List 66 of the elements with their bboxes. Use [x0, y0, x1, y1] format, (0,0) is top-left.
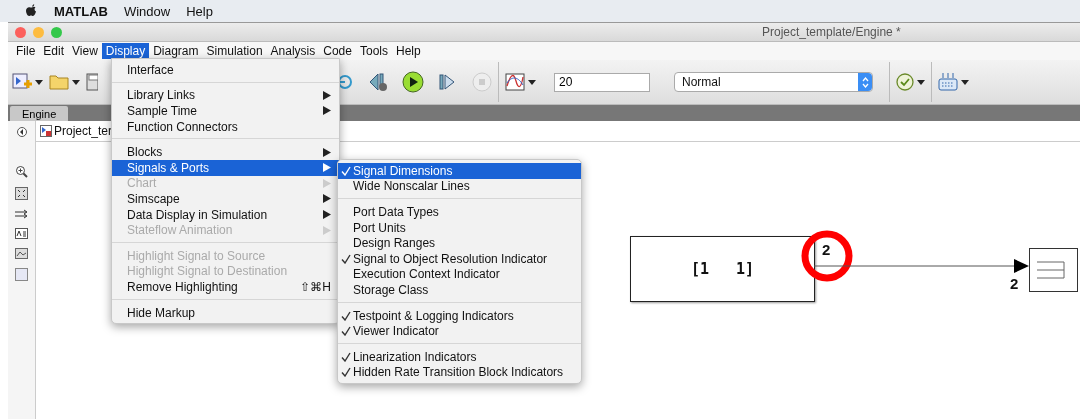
menu-item[interactable]: Hide Markup	[112, 304, 339, 321]
step-forward-icon[interactable]	[438, 73, 456, 91]
menu-item[interactable]: Storage Class	[338, 282, 581, 298]
navigate-back-icon[interactable]	[16, 127, 27, 137]
area-icon[interactable]	[15, 268, 28, 281]
checkmark-icon[interactable]	[896, 73, 914, 91]
menu-item[interactable]: Viewer Indicator	[338, 323, 581, 339]
menu-item[interactable]: Signals & Ports	[112, 159, 339, 176]
stop-time-field[interactable]: 20	[554, 72, 650, 92]
signal-dimension-label: 2	[822, 241, 831, 258]
system-menu-item[interactable]: MATLAB	[54, 3, 108, 19]
new-model-icon[interactable]	[12, 72, 32, 92]
image-icon[interactable]	[15, 248, 28, 259]
menu-bar-item[interactable]: Analysis	[266, 43, 320, 59]
zoom-icon[interactable]	[15, 165, 28, 178]
caret-icon[interactable]	[917, 79, 925, 85]
menu-bar-item[interactable]: Edit	[39, 43, 69, 59]
menu-item[interactable]: Execution Context Indicator	[338, 266, 581, 283]
play-icon[interactable]	[402, 71, 424, 93]
menu-item[interactable]: Simscape	[112, 191, 339, 207]
menu-item[interactable]: Data Display in Simulation	[112, 206, 339, 223]
apple-logo-icon[interactable]	[26, 4, 38, 18]
simulation-mode-dropdown[interactable]: Normal	[674, 72, 873, 92]
menu-item[interactable]: Remove Highlighting ⇧⌘H	[112, 279, 339, 295]
signal-dimension-label: 2	[1010, 275, 1019, 292]
menu-item[interactable]: Signal Dimensions	[338, 163, 581, 179]
menu-item[interactable]: Port Units	[338, 219, 581, 236]
annotation-icon[interactable]	[15, 228, 28, 239]
menu-bar-item[interactable]: Display	[101, 43, 150, 59]
menu-item[interactable]: Signal to Object Resolution Indicator	[338, 250, 581, 267]
arrows-icon[interactable]	[15, 209, 28, 219]
menu-bar-item[interactable]: View	[68, 43, 102, 59]
display-block[interactable]: [1 1]	[630, 236, 815, 302]
save-icon[interactable]	[86, 73, 98, 91]
editor-tab[interactable]: Engine	[10, 106, 69, 121]
menu-bar-item[interactable]: Code	[319, 43, 356, 59]
menu-bar-item[interactable]: Simulation	[202, 43, 267, 59]
menu-item[interactable]: Wide Nonscalar Lines	[338, 178, 581, 195]
terminator-block[interactable]	[1029, 248, 1079, 292]
menu-item[interactable]: Function Connectors	[112, 118, 339, 135]
scope-icon[interactable]	[505, 73, 525, 91]
menu-item[interactable]: Blocks	[112, 144, 339, 160]
menu-item[interactable]: Linearization Indicators	[338, 348, 581, 365]
menu-item[interactable]: Port Data Types	[338, 204, 581, 220]
menu-item[interactable]: Design Ranges	[338, 235, 581, 251]
system-menu-item[interactable]: Window	[123, 3, 171, 19]
menu-item[interactable]: Sample Time	[112, 103, 339, 119]
menu-item[interactable]: Testpoint & Logging Indicators	[338, 307, 581, 324]
caret-icon[interactable]	[72, 79, 80, 85]
system-menu-item[interactable]: Help	[186, 3, 213, 19]
model-icon	[40, 125, 52, 137]
step-back-icon[interactable]	[368, 72, 390, 92]
stepper-icon	[861, 76, 869, 88]
menu-bar-item[interactable]: Diagram	[149, 43, 203, 59]
menu-item[interactable]: Interface	[112, 62, 339, 78]
window-title: Project_template/Engine *	[762, 25, 901, 39]
caret-icon[interactable]	[35, 79, 43, 85]
menu-item[interactable]: Hidden Rate Transition Block Indicators	[338, 364, 581, 381]
menu-bar-item[interactable]: Tools	[355, 43, 392, 59]
breadcrumb[interactable]: Project_ter	[54, 124, 113, 138]
menu-bar-item[interactable]: Help	[391, 43, 425, 59]
caret-icon[interactable]	[528, 79, 536, 85]
caret-icon[interactable]	[961, 79, 969, 85]
menu-bar-item[interactable]: File	[12, 43, 40, 59]
fit-to-view-icon[interactable]	[15, 187, 28, 200]
menu-item[interactable]: Library Links	[112, 87, 339, 104]
